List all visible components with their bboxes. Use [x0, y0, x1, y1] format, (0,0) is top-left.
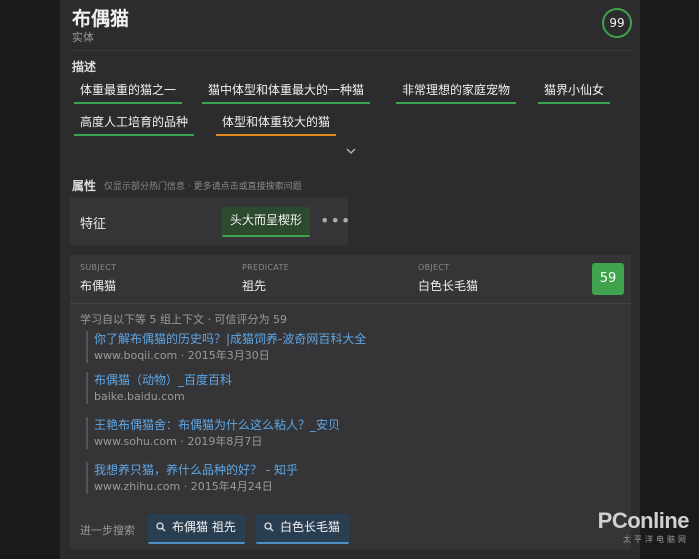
search-icon	[264, 522, 274, 532]
source-item: 布偶猫（动物）_百度百科 baike.baidu.com	[86, 372, 614, 404]
entity-header: 布偶猫 实体 99	[72, 4, 632, 51]
search-button-label: 白色长毛猫	[280, 520, 341, 534]
search-button-label: 布偶猫 祖先	[172, 520, 236, 534]
entity-type: 实体	[72, 31, 94, 44]
source-meta: www.sohu.com · 2019年8月7日	[94, 435, 263, 448]
entity-score-badge: 99	[602, 8, 632, 38]
more-icon[interactable]: •••	[320, 211, 351, 230]
attribute-row: 特征 头大而呈楔形 •••	[70, 197, 351, 245]
predicate-label: PREDICATE	[242, 263, 290, 272]
source-item: 你了解布偶猫的历史吗？|成猫饲养-波奇网百科大全 www.boqii.com ·…	[86, 331, 614, 363]
attributes-hint: 仅显示部分热门信息 · 更多请点击或直接搜索问题	[104, 182, 302, 192]
source-meta: www.boqii.com · 2015年3月30日	[94, 349, 270, 362]
entity-panel: 布偶猫 实体 99 描述 体重最重的猫之一 猫中体型和体重最大的一种猫 非常理想…	[60, 0, 640, 559]
description-label: 描述	[72, 60, 97, 74]
search-icon	[156, 522, 166, 532]
watermark-subtitle: 太平洋电脑网	[623, 535, 689, 544]
source-link[interactable]: 布偶猫（动物）_百度百科	[94, 372, 614, 389]
description-tag[interactable]: 非常理想的家庭宠物	[396, 82, 517, 104]
subject-label: SUBJECT	[80, 263, 117, 272]
source-item: 王艳布偶猫舍：布偶猫为什么这么粘人？_安贝 www.sohu.com · 201…	[86, 417, 614, 449]
triple-header: SUBJECT 布偶猫 PREDICATE 祖先 OBJECT 白色长毛猫 59	[70, 255, 631, 304]
entity-title: 布偶猫	[72, 8, 130, 30]
source-meta: www.zhihu.com · 2015年4月24日	[94, 480, 273, 493]
source-item: 我想养只猫，养什么品种的好？ - 知乎 www.zhihu.com · 2015…	[86, 462, 614, 494]
search-button[interactable]: 白色长毛猫	[256, 514, 350, 544]
source-meta: baike.baidu.com	[94, 390, 185, 403]
source-link[interactable]: 我想养只猫，养什么品种的好？ - 知乎	[94, 462, 614, 479]
description-tag[interactable]: 猫界小仙女	[538, 82, 611, 104]
learned-from-text: 学习自以下等 5 组上下文 · 可信评分为 59	[80, 313, 287, 326]
description-tag[interactable]: 高度人工培育的品种	[74, 114, 195, 136]
triple-card: SUBJECT 布偶猫 PREDICATE 祖先 OBJECT 白色长毛猫 59…	[70, 255, 631, 549]
further-search-label: 进一步搜索	[80, 524, 135, 537]
watermark: PConline 太平洋电脑网	[597, 508, 690, 545]
predicate-value: 祖先	[242, 279, 267, 293]
source-link[interactable]: 王艳布偶猫舍：布偶猫为什么这么粘人？_安贝	[94, 417, 614, 434]
attribute-value-button[interactable]: 头大而呈楔形	[222, 207, 311, 237]
triple-score-badge: 59	[592, 263, 624, 295]
source-link[interactable]: 你了解布偶猫的历史吗？|成猫饲养-波奇网百科大全	[94, 331, 614, 348]
object-value: 白色长毛猫	[418, 279, 479, 293]
object-label: OBJECT	[418, 263, 450, 272]
attribute-key: 特征	[80, 217, 107, 232]
attributes-label: 属性	[72, 179, 97, 193]
subject-value: 布偶猫	[80, 279, 117, 293]
watermark-logo: PConline	[597, 508, 690, 533]
chevron-down-icon[interactable]	[346, 146, 356, 156]
description-tag-highlighted[interactable]: 体型和体重较大的猫	[216, 114, 337, 136]
search-button[interactable]: 布偶猫 祖先	[148, 514, 245, 544]
description-tag[interactable]: 猫中体型和体重最大的一种猫	[202, 82, 371, 104]
description-tag[interactable]: 体重最重的猫之一	[74, 82, 183, 104]
